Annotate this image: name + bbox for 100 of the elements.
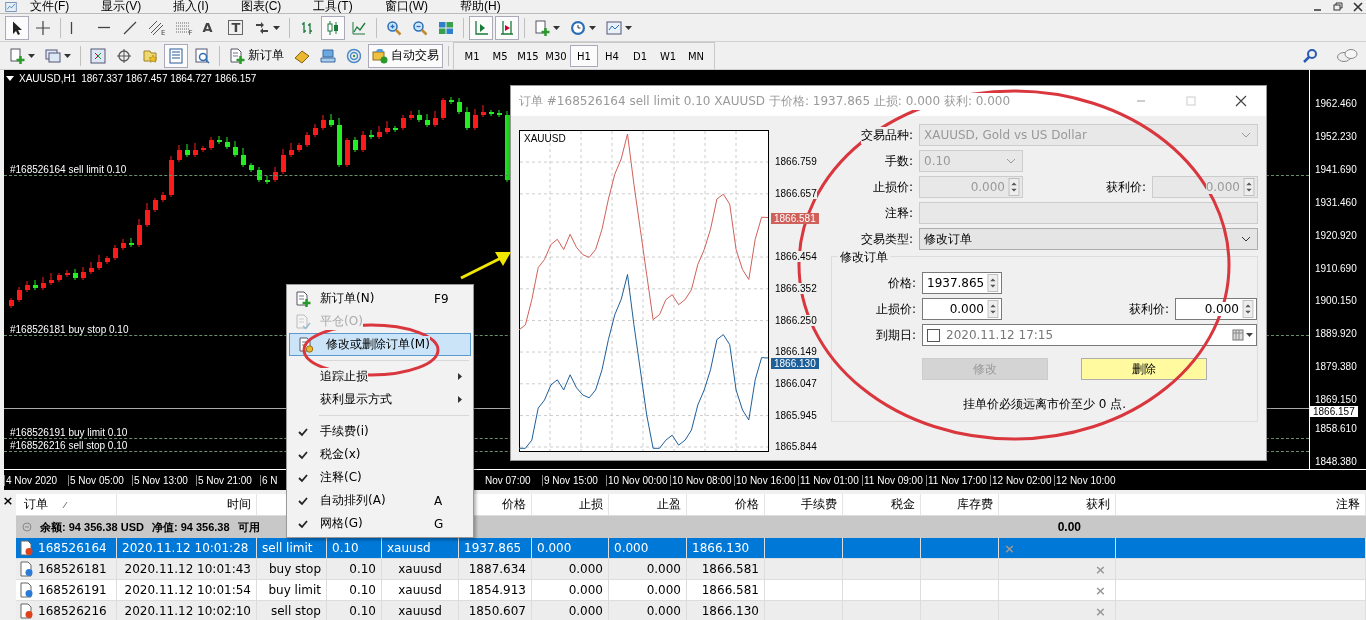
chart-symbol: XAUUSD,H1 bbox=[19, 73, 77, 84]
timeframe-button[interactable]: M15 bbox=[514, 45, 542, 67]
order-line-label: #168526191 buy limit 0.10 bbox=[10, 427, 128, 438]
candlestick bbox=[401, 114, 406, 131]
table-cell: 0.000 bbox=[568, 583, 603, 597]
candlestick bbox=[281, 148, 286, 175]
candlestick bbox=[377, 125, 382, 140]
search-icon[interactable] bbox=[1302, 47, 1318, 64]
checkmark-icon bbox=[298, 518, 308, 529]
menu-item[interactable]: 窗口(W) bbox=[384, 0, 428, 13]
table-cell: 0.10 bbox=[349, 604, 376, 618]
order-row[interactable]: 168526164 2020.11.12 10:01:28 sell limit 0.10 xauusd 1937.865 0.000 0.000 1866.130 × bbox=[16, 538, 1366, 559]
field-label: 止损价: bbox=[872, 178, 913, 196]
price-field[interactable]: 1937.865 bbox=[922, 272, 1002, 294]
new-order-icon bbox=[295, 290, 311, 307]
candlestick bbox=[393, 125, 398, 133]
close-icon[interactable] bbox=[1235, 95, 1247, 107]
menu-item[interactable]: 显示(V) bbox=[101, 0, 142, 13]
timeframe-button[interactable]: M5 bbox=[486, 45, 514, 67]
candlestick bbox=[329, 113, 334, 128]
order-type-select[interactable]: 修改订单 bbox=[919, 228, 1258, 250]
timeframe-button[interactable]: M1 bbox=[458, 45, 486, 67]
tester-icon bbox=[194, 47, 210, 64]
auto-trading-icon bbox=[372, 47, 388, 64]
column-header[interactable]: 税金 bbox=[891, 496, 915, 513]
column-header[interactable]: 手续费 bbox=[801, 496, 837, 513]
spinner-icon bbox=[987, 274, 999, 292]
submenu-arrow-icon bbox=[458, 396, 462, 403]
delete-button[interactable]: 删除 bbox=[1081, 358, 1207, 380]
price-axis-label: 1952.230 bbox=[1315, 130, 1357, 142]
close-icon[interactable] bbox=[1350, 0, 1366, 13]
table-cell: 168526216 bbox=[38, 604, 107, 618]
price-axis-label: 1866.759 bbox=[775, 156, 817, 168]
menu-item[interactable]: 工具(T) bbox=[313, 0, 353, 13]
menu-item[interactable]: 插入(I) bbox=[173, 0, 209, 13]
column-header[interactable]: 库存费 bbox=[957, 496, 993, 513]
spinner-icon bbox=[1008, 178, 1020, 196]
menu-item[interactable]: 图表(C) bbox=[240, 0, 282, 13]
column-header[interactable]: 订单 bbox=[24, 496, 48, 513]
menu-item[interactable]: 帮助(H) bbox=[460, 0, 501, 13]
column-header[interactable]: 价格 bbox=[502, 496, 526, 513]
close-panel-button[interactable]: × bbox=[0, 494, 16, 508]
column-header[interactable]: 获利 bbox=[1086, 496, 1110, 513]
toolbar-button[interactable]: T bbox=[224, 15, 249, 40]
expiry-field[interactable]: 2020.11.12 17:15 bbox=[922, 324, 1257, 346]
collapse-icon[interactable] bbox=[22, 522, 32, 532]
clock-icon bbox=[570, 19, 587, 36]
toolbar-text-button[interactable]: 新订单 bbox=[225, 43, 288, 68]
toolbar-button[interactable]: A bbox=[198, 15, 223, 40]
candlestick bbox=[313, 123, 318, 138]
order-row[interactable]: 168526216 2020.11.12 10:02:10 sell stop 0.10 xauusd 1850.607 0.000 0.000 1866.130 × bbox=[16, 601, 1366, 620]
column-header[interactable]: 时间 bbox=[227, 496, 251, 513]
calendar-icon bbox=[1232, 329, 1254, 341]
column-header[interactable]: 注释 bbox=[1336, 496, 1360, 513]
column-header[interactable]: 价格 bbox=[735, 496, 759, 513]
windows-icon bbox=[45, 47, 61, 64]
candlestick bbox=[25, 280, 30, 293]
price-axis-label: 1869.150 bbox=[1315, 393, 1357, 405]
total-profit: 0.00 bbox=[1057, 520, 1081, 534]
table-cell: 1854.913 bbox=[468, 583, 526, 597]
order-row[interactable]: 168526191 2020.11.12 10:01:54 buy limit 0.10 xauusd 1854.913 0.000 0.000 1866.581 × bbox=[16, 580, 1366, 601]
candlestick bbox=[17, 286, 22, 303]
chart-shift-icon bbox=[499, 19, 516, 36]
candlestick bbox=[97, 254, 102, 271]
checkbox[interactable] bbox=[927, 328, 940, 342]
spinner-icon bbox=[987, 300, 999, 318]
price-axis-label: 1879.380 bbox=[1315, 360, 1357, 372]
field-label: 交易品种: bbox=[860, 126, 913, 144]
column-header[interactable]: 止盈 bbox=[657, 496, 681, 513]
timeframe-button[interactable]: H1 bbox=[570, 45, 598, 67]
field-label: 获利价: bbox=[1105, 178, 1146, 196]
price-axis-label: 1848.380 bbox=[1315, 455, 1357, 467]
menu-item[interactable]: 修改或删除订单(M) bbox=[289, 333, 471, 356]
candlestick bbox=[353, 136, 358, 153]
candlestick bbox=[481, 104, 486, 118]
menu-item[interactable]: 文件(F) bbox=[30, 0, 70, 13]
timeframe-button[interactable]: D1 bbox=[626, 45, 654, 67]
timeframe-button[interactable]: M30 bbox=[542, 45, 570, 67]
ask-price-tag: 1866.581 bbox=[771, 212, 819, 224]
stop-loss-field[interactable]: 0.000 bbox=[922, 298, 1002, 320]
take-profit-field[interactable]: 0.000 bbox=[1175, 298, 1257, 320]
timeframe-button[interactable]: MN bbox=[682, 45, 710, 67]
candlestick bbox=[473, 108, 478, 131]
time-axis-label: Nov 07:00 bbox=[484, 474, 532, 486]
table-cell: sell stop bbox=[270, 604, 321, 618]
timeframe-button[interactable]: W1 bbox=[654, 45, 682, 67]
restore-icon[interactable] bbox=[1330, 0, 1346, 13]
table-cell-text: 0.000 bbox=[614, 541, 650, 555]
timeframe-button[interactable]: H4 bbox=[598, 45, 626, 67]
column-header[interactable]: 止损 bbox=[579, 496, 603, 513]
order-row[interactable]: 168526181 2020.11.12 10:01:43 buy stop 0.10 xauusd 1887.634 0.000 0.000 1866.581 × bbox=[16, 559, 1366, 580]
toolbar-text-button[interactable]: 自动交易 bbox=[368, 43, 443, 68]
candlestick bbox=[161, 191, 166, 203]
chat-icon[interactable] bbox=[1336, 47, 1358, 64]
table-cell-text: 0.10 bbox=[332, 541, 360, 555]
table-cell: 0.000 bbox=[568, 562, 603, 576]
trend-line-icon bbox=[122, 19, 138, 36]
table-cell: 2020.11.12 10:01:54 bbox=[124, 583, 251, 597]
candlestick bbox=[185, 143, 190, 158]
toolbar-button[interactable] bbox=[5, 15, 29, 40]
